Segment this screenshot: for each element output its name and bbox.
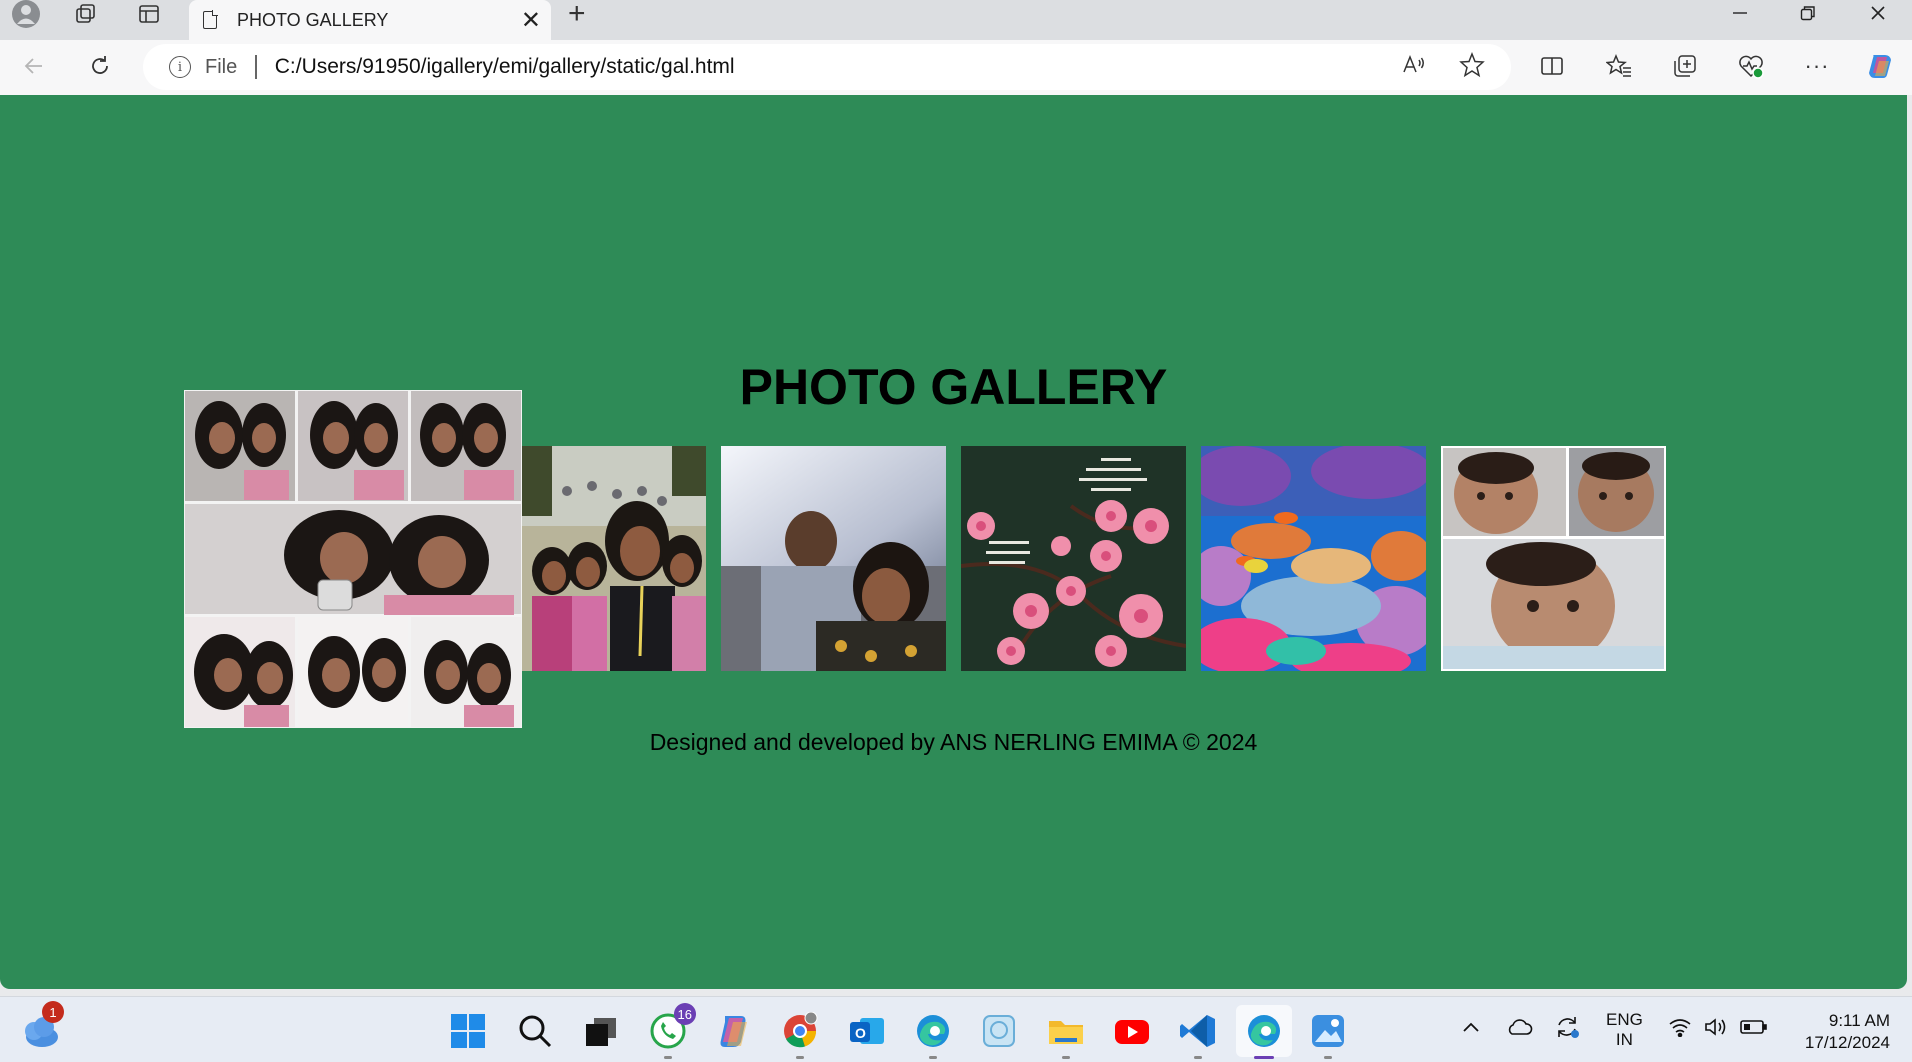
language-line1: ENG [1606, 1010, 1643, 1029]
sync-icon[interactable] [1554, 1014, 1582, 1045]
vscode-icon[interactable] [1176, 1009, 1220, 1059]
browser-toolbar: i File C:/Users/91950/igallery/emi/galle… [0, 40, 1912, 95]
minimize-button[interactable] [1706, 0, 1774, 26]
weather-badge: 1 [42, 1001, 64, 1023]
whatsapp-badge: 16 [673, 1003, 696, 1025]
edge-active-icon[interactable] [1236, 1005, 1292, 1059]
clock[interactable]: 9:11 AM 17/12/2024 [1780, 1010, 1890, 1054]
file-explorer-icon[interactable] [1044, 1009, 1088, 1059]
photo-beach-selfie[interactable] [721, 446, 946, 671]
new-tab-button[interactable]: + [568, 0, 586, 29]
active-indicator [1254, 1056, 1274, 1059]
refresh-button[interactable] [80, 46, 120, 86]
language-indicator[interactable]: ENG IN [1606, 1010, 1643, 1050]
language-line2: IN [1615, 1030, 1633, 1049]
running-indicator [929, 1056, 937, 1059]
close-window-button[interactable] [1844, 0, 1912, 26]
photo-group-selfie[interactable] [522, 446, 706, 671]
tab-close-button[interactable]: ✕ [521, 6, 541, 35]
address-bar[interactable]: i File C:/Users/91950/igallery/emi/galle… [143, 44, 1511, 90]
running-indicator [664, 1056, 672, 1059]
search-icon[interactable] [513, 1009, 557, 1053]
start-icon[interactable] [446, 1009, 490, 1053]
show-hidden-icons-icon[interactable] [1461, 1017, 1481, 1042]
favorite-star-icon[interactable] [1459, 51, 1485, 84]
tab-photo-gallery[interactable]: PHOTO GALLERY ✕ [189, 0, 551, 40]
photo-cherry-blossom[interactable] [961, 446, 1186, 671]
whatsapp-icon[interactable]: 16 [646, 1003, 696, 1059]
vertical-tabs-icon[interactable] [129, 0, 169, 28]
read-aloud-icon[interactable] [1401, 52, 1427, 84]
clock-time: 9:11 AM [1828, 1011, 1890, 1030]
weather-widget-icon[interactable]: 1 [18, 1001, 64, 1053]
document-icon [203, 10, 218, 29]
back-button[interactable] [14, 46, 54, 86]
photo-coral-reef[interactable] [1201, 446, 1426, 671]
running-indicator [1062, 1056, 1070, 1059]
app-icon[interactable] [977, 1009, 1021, 1053]
photo-selfie-collage[interactable] [184, 390, 522, 728]
battery-icon[interactable] [1740, 1019, 1768, 1040]
address-separator [255, 55, 257, 79]
edge-icon[interactable] [911, 1009, 955, 1059]
task-view-icon[interactable] [579, 1009, 623, 1053]
favorites-icon[interactable] [1599, 46, 1639, 86]
chrome-icon[interactable] [778, 1009, 822, 1059]
scheme-label: File [205, 55, 238, 78]
profile-icon[interactable] [6, 0, 46, 28]
site-info-icon[interactable]: i [169, 56, 191, 78]
volume-icon[interactable] [1704, 1017, 1730, 1042]
onedrive-icon[interactable] [1505, 1017, 1533, 1042]
youtube-icon[interactable] [1110, 1009, 1154, 1053]
photo-baby-collage[interactable] [1441, 446, 1666, 671]
copilot-icon[interactable] [712, 1009, 756, 1053]
clock-date: 17/12/2024 [1804, 1033, 1890, 1052]
running-indicator [1194, 1056, 1202, 1059]
windows-taskbar: 1 16 O ENG IN 9:11 AM 17/12/2024 [0, 996, 1912, 1062]
more-options-icon[interactable]: ··· [1797, 46, 1837, 86]
running-indicator [796, 1056, 804, 1059]
restore-button[interactable] [1774, 0, 1842, 26]
url-text[interactable]: C:/Users/91950/igallery/emi/gallery/stat… [275, 55, 735, 79]
tab-title: PHOTO GALLERY [237, 9, 389, 30]
running-indicator [1324, 1056, 1332, 1059]
workspaces-icon[interactable] [66, 0, 106, 28]
split-screen-icon[interactable] [1532, 46, 1572, 86]
wifi-icon[interactable] [1668, 1017, 1692, 1042]
page-viewport: PHOTO GALLERY Designed and developed by … [0, 95, 1907, 989]
collections-icon[interactable] [1665, 46, 1705, 86]
page-footer: Designed and developed by ANS NERLING EM… [649, 729, 1258, 755]
copilot-sidebar-icon[interactable] [1860, 46, 1900, 86]
browser-essentials-icon[interactable] [1731, 46, 1771, 86]
svg-text:O: O [855, 1025, 866, 1041]
tab-strip: PHOTO GALLERY ✕ + [0, 0, 1912, 40]
outlook-icon[interactable]: O [845, 1009, 889, 1053]
photos-icon[interactable] [1306, 1009, 1350, 1059]
